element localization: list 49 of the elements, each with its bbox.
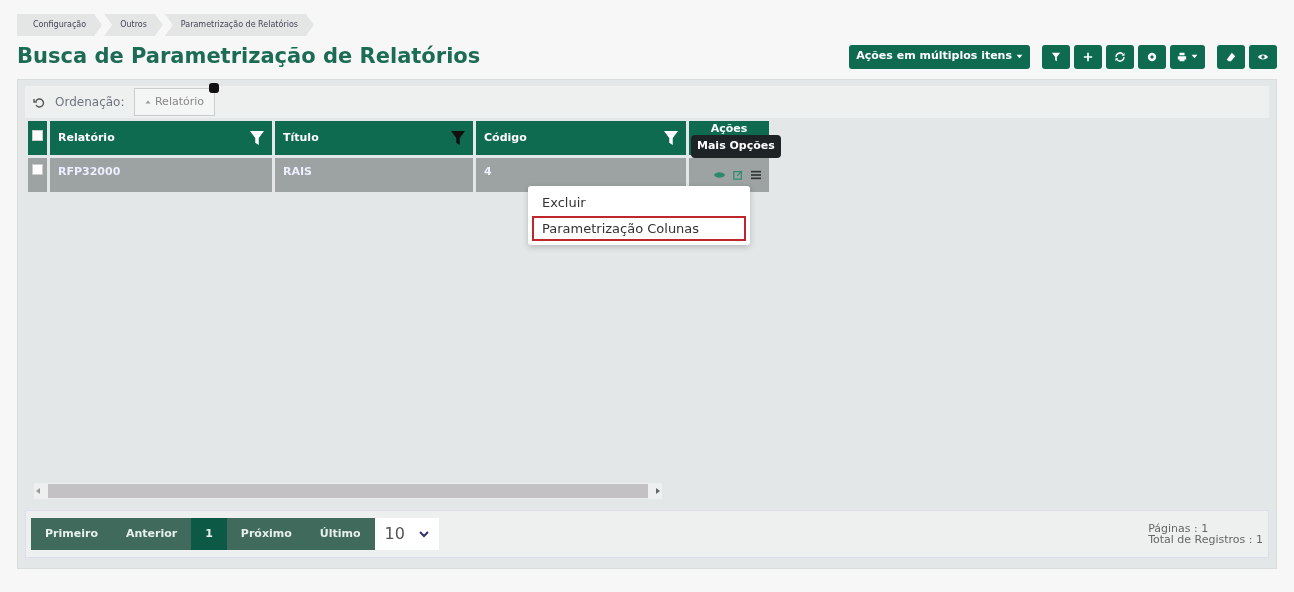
table-cell: RAIS	[275, 158, 473, 193]
page-button[interactable]: Primeiro	[31, 518, 112, 551]
filter-icon[interactable]	[664, 129, 678, 147]
column-header: Ações	[710, 122, 748, 136]
caret-icon	[1191, 53, 1198, 61]
bulk-actions-button[interactable]: Ações em múltiplos itens	[849, 44, 1030, 69]
table-cell: RFP32000	[50, 158, 272, 193]
filter-icon	[1051, 51, 1061, 62]
page-size-select[interactable]: 10	[374, 518, 439, 551]
breadcrumb-item[interactable]: Configuração	[17, 14, 103, 36]
scroll-right-icon[interactable]	[654, 487, 662, 496]
menu-icon[interactable]	[751, 168, 761, 182]
page-button[interactable]: Próximo	[226, 518, 306, 551]
column-header: Código	[484, 129, 527, 146]
filter-button[interactable]	[1042, 44, 1070, 69]
printer-icon	[1177, 51, 1187, 62]
menu-item[interactable]: Excluir	[532, 190, 746, 216]
caret-icon	[1016, 53, 1023, 61]
refresh-button[interactable]	[1106, 44, 1134, 69]
eraser-icon	[1226, 51, 1236, 62]
gear-button[interactable]	[1138, 44, 1166, 69]
page-button[interactable]: Último	[305, 518, 375, 551]
row-checkbox[interactable]	[32, 164, 43, 176]
column-header: Título	[283, 129, 319, 146]
select-all-checkbox[interactable]	[32, 129, 43, 141]
summary-text: Páginas : 1	[1148, 522, 1210, 535]
breadcrumb-item[interactable]: Outros	[104, 14, 163, 36]
scrollbar-thumb[interactable]	[48, 484, 648, 499]
page-button[interactable]: Anterior	[111, 518, 192, 551]
plus-icon	[1083, 51, 1093, 62]
sort-ascending-icon	[145, 98, 152, 105]
breadcrumb-item[interactable]: Parametrização de Relatórios	[164, 14, 314, 36]
column-header: Relatório	[58, 129, 115, 146]
chevron-down-icon	[418, 530, 429, 539]
page-button[interactable]: 1	[191, 518, 227, 551]
tooltip: Mais Opções	[691, 135, 781, 158]
gear-icon	[1147, 51, 1157, 62]
remove-icon[interactable]	[209, 82, 220, 93]
eraser-button[interactable]	[1217, 44, 1245, 69]
summary-text: Total de Registros : 1	[1148, 534, 1263, 546]
refresh-icon	[1115, 51, 1125, 62]
plus-button[interactable]	[1074, 44, 1102, 69]
filter-icon[interactable]	[250, 129, 264, 147]
sort-label: Ordenação:	[55, 94, 125, 112]
filter-icon[interactable]	[451, 129, 465, 147]
printer-button[interactable]	[1170, 44, 1205, 69]
menu-item[interactable]: Parametrização Colunas	[532, 215, 746, 242]
eye-button[interactable]	[1249, 44, 1277, 69]
page-title: Busca de Parametrização de Relatórios	[17, 44, 481, 70]
